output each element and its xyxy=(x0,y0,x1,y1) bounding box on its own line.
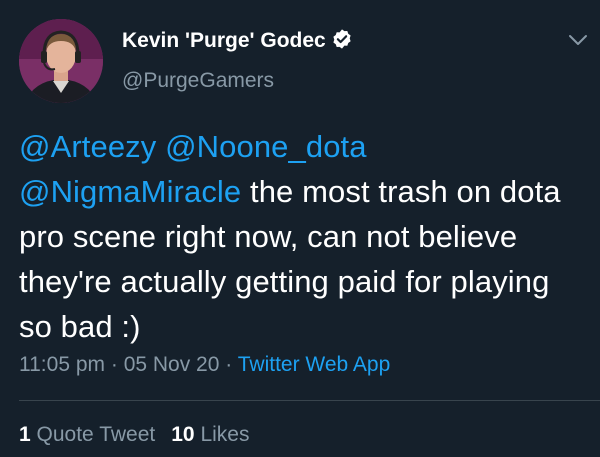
avatar[interactable] xyxy=(19,19,103,103)
quote-label: Quote Tweet xyxy=(36,423,156,446)
mention-link[interactable]: @Arteezy xyxy=(19,129,156,164)
author-handle[interactable]: @PurgeGamers xyxy=(122,68,274,94)
quote-tweets-stat[interactable]: 1 Quote Tweet xyxy=(19,423,155,446)
tweet-meta: 11:05 pm · 05 Nov 20 · Twitter Web App xyxy=(19,351,390,379)
tweet-source-link[interactable]: Twitter Web App xyxy=(238,353,391,376)
tweet-text: @Arteezy @Noone_dota @NigmaMiracle the m… xyxy=(19,124,589,349)
like-count: 10 xyxy=(171,423,195,446)
like-label: Likes xyxy=(200,423,250,446)
avatar-image xyxy=(19,19,103,103)
meta-separator: · xyxy=(225,353,233,376)
likes-stat[interactable]: 10 Likes xyxy=(171,423,249,446)
tweet-card: Kevin 'Purge' Godec @PurgeGamers @Arteez… xyxy=(0,0,600,457)
author-display-name[interactable]: Kevin 'Purge' Godec xyxy=(122,29,326,52)
mention-link[interactable]: @NigmaMiracle xyxy=(19,174,241,209)
verified-badge-icon xyxy=(333,29,351,49)
chevron-down-icon[interactable] xyxy=(566,32,590,50)
author-name-row[interactable]: Kevin 'Purge' Godec xyxy=(122,28,353,54)
tweet-stats: 1 Quote Tweet 10 Likes xyxy=(19,421,249,449)
divider xyxy=(19,400,600,401)
meta-separator: · xyxy=(110,353,118,376)
quote-count: 1 xyxy=(19,423,31,446)
mention-link[interactable]: @Noone_dota xyxy=(165,129,367,164)
tweet-date[interactable]: 05 Nov 20 xyxy=(124,353,220,376)
tweet-time[interactable]: 11:05 pm xyxy=(19,353,105,376)
